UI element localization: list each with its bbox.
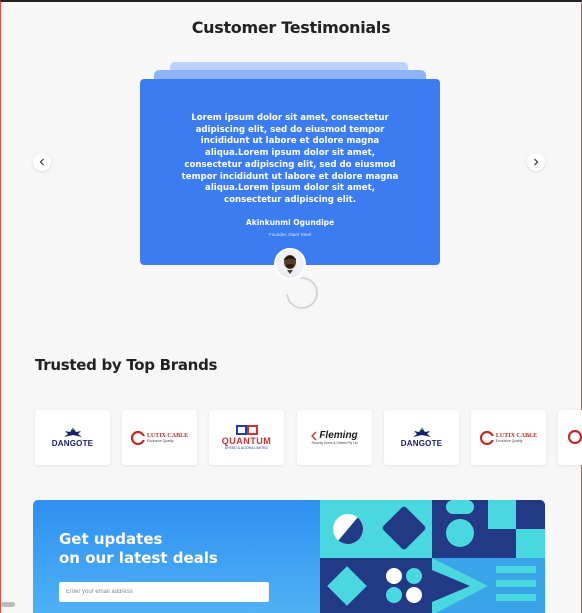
lutix-logo-icon bbox=[130, 430, 145, 445]
horizontal-scrollbar[interactable] bbox=[1, 602, 15, 607]
testimonial-author-role: Founder, Diper Steel bbox=[268, 232, 312, 237]
dangote-logo-icon bbox=[412, 427, 431, 437]
brand-card-quantum[interactable]: QUANTUM SPEED & AGORA LIMITED bbox=[209, 410, 284, 465]
brand-card-dangote-2[interactable]: DANGOTE bbox=[384, 410, 459, 465]
newsletter-banner: Get updates on our latest deals bbox=[33, 500, 545, 613]
testimonials-title: Customer Testimonials bbox=[191, 18, 391, 37]
testimonial-card: Lorem ipsum dolor sit amet, consectetur … bbox=[140, 79, 440, 265]
carousel-prev-button[interactable] bbox=[33, 153, 51, 171]
brand-card-fleming[interactable]: Fleming Security Doors & Grimes Pty Ltd bbox=[297, 410, 372, 465]
brand-name: Fleming bbox=[319, 430, 358, 441]
fleming-logo-icon bbox=[311, 431, 317, 440]
newsletter-title-line2: on our latest deals bbox=[59, 549, 218, 567]
brand-name: DANGOTE bbox=[400, 439, 443, 448]
brand-card-lutix[interactable]: LUTIX CABLE Exclusive Quality bbox=[122, 410, 197, 465]
brand-tagline: Security Doors & Grimes Pty Ltd bbox=[311, 441, 358, 445]
chevron-right-icon bbox=[534, 158, 539, 166]
dangote-logo-icon bbox=[63, 427, 82, 437]
testimonial-quote: Lorem ipsum dolor sit amet, consectetur … bbox=[181, 113, 399, 205]
brand-name: DANGOTE bbox=[51, 439, 94, 448]
chevron-left-icon bbox=[39, 158, 44, 166]
decorative-pattern bbox=[320, 500, 545, 613]
brand-tagline: SPEED & AGORA LIMITED bbox=[224, 446, 269, 450]
quantum-logo-icon bbox=[235, 425, 258, 435]
carousel-next-button[interactable] bbox=[527, 153, 545, 171]
brand-name: QUANTUM bbox=[221, 436, 272, 446]
newsletter-title: Get updates on our latest deals bbox=[59, 530, 259, 568]
brand-tagline: Exclusive Quality bbox=[146, 438, 174, 443]
avatar bbox=[274, 248, 306, 280]
lutix-logo-icon bbox=[568, 430, 582, 444]
lutix-logo-icon bbox=[479, 430, 494, 445]
brand-card-dangote[interactable]: DANGOTE bbox=[35, 410, 110, 465]
email-input[interactable] bbox=[59, 582, 269, 602]
avatar-image bbox=[276, 250, 304, 278]
brands-title: Trusted by Top Brands bbox=[35, 356, 218, 374]
brand-card-partial[interactable] bbox=[558, 410, 582, 465]
newsletter-title-line1: Get updates bbox=[59, 530, 163, 548]
brand-card-lutix-2[interactable]: LUTIX CABLE Exclusive Quality bbox=[471, 410, 546, 465]
testimonial-author-name: Akinkunmi Ogundipe bbox=[245, 218, 335, 227]
brand-tagline: Exclusive Quality bbox=[495, 438, 523, 443]
